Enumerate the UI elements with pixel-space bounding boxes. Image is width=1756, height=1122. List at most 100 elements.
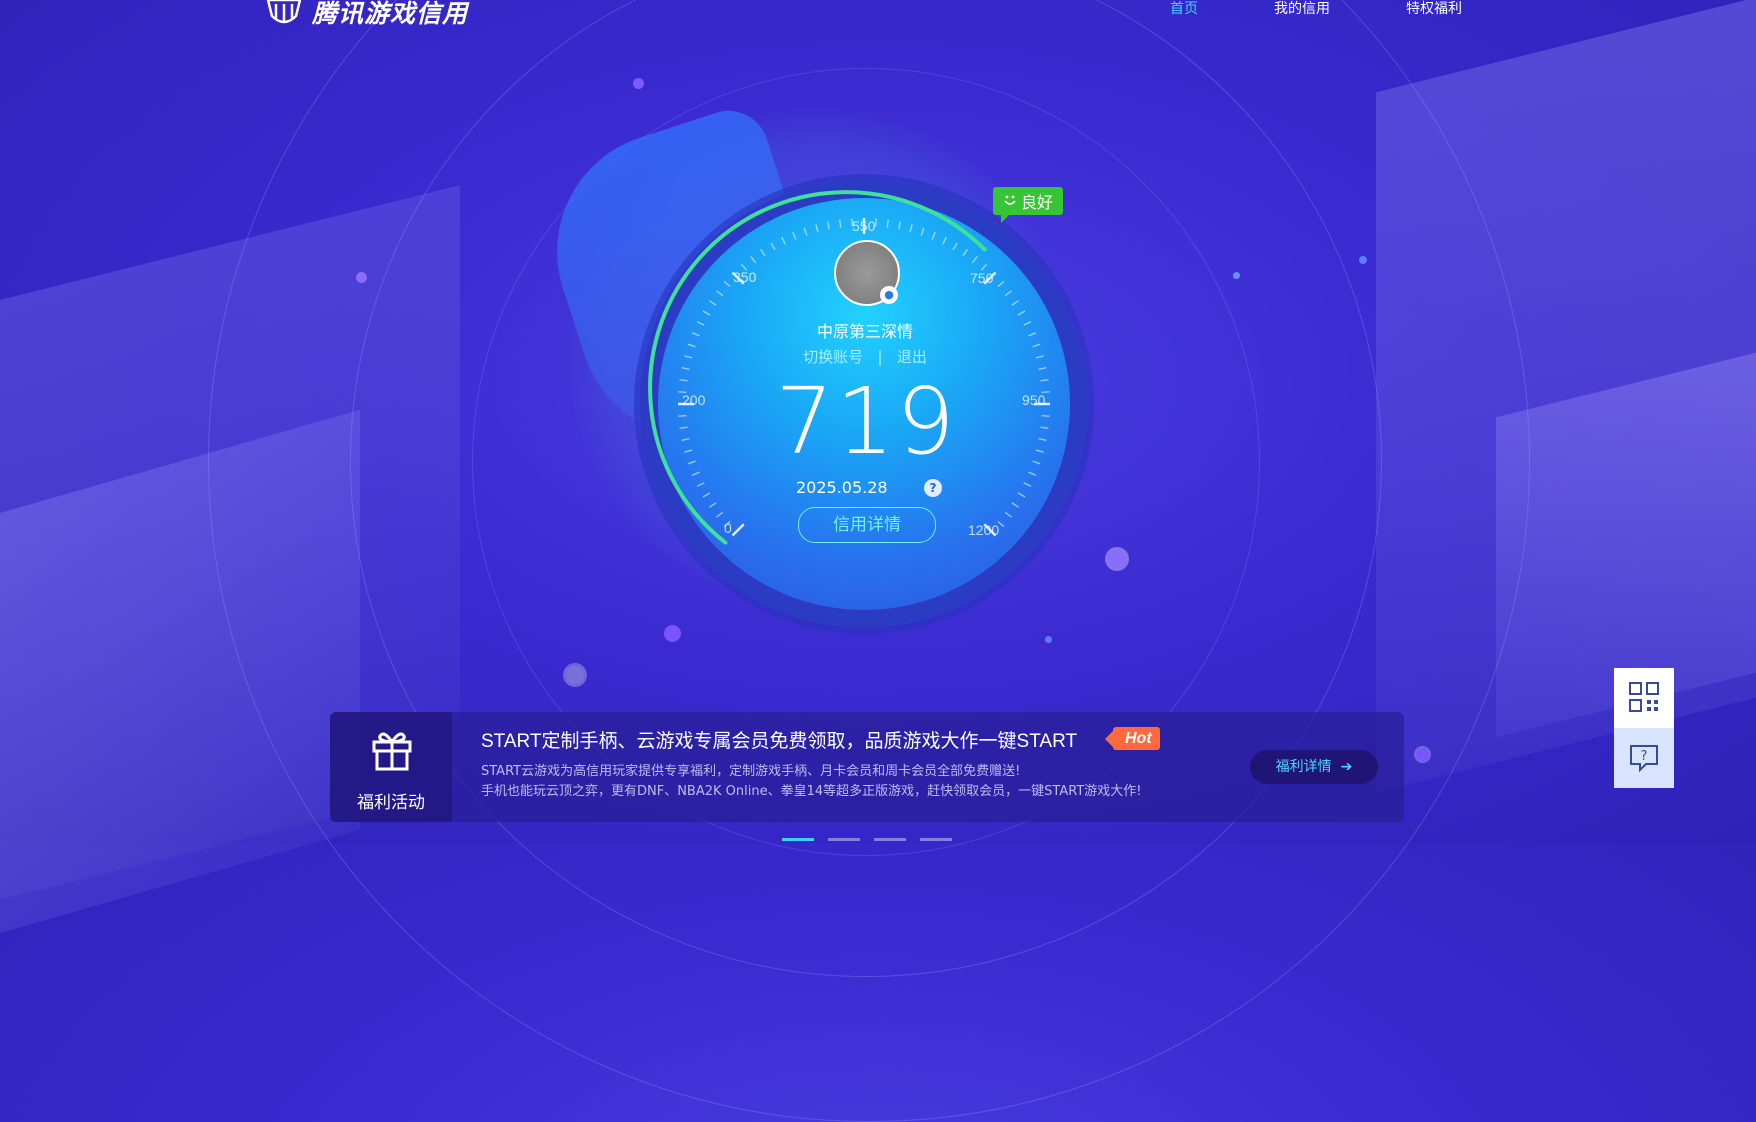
chat-question-icon: ? — [1630, 745, 1658, 773]
gauge-tick — [920, 227, 925, 236]
gauge-tick — [760, 248, 766, 257]
gauge-tick — [1038, 438, 1047, 441]
gauge-tick — [1004, 290, 1012, 297]
credit-score: 719 — [775, 368, 957, 475]
benefit-card-label-panel: 福利活动 — [330, 712, 452, 822]
gauge-tick — [971, 256, 978, 264]
carousel-pager — [782, 838, 952, 841]
gauge-tick — [770, 242, 776, 251]
gauge-tick — [678, 414, 687, 417]
tick-label-550: 550 — [852, 218, 876, 234]
gauge-tick — [1028, 471, 1037, 476]
gauge-tick — [716, 511, 724, 518]
gauge-tick — [1040, 426, 1049, 429]
gauge-tick — [1017, 492, 1026, 498]
tick-label-200: 200 — [682, 392, 706, 408]
gauge-tick — [997, 280, 1005, 288]
switch-account-link[interactable]: 切换账号 — [803, 348, 863, 366]
gauge-tick — [1035, 449, 1044, 453]
nav-my-credit[interactable]: 我的信用 — [1274, 0, 1330, 18]
credit-status-badge: 良好 — [993, 187, 1063, 223]
qr-code-icon — [1629, 682, 1659, 712]
feedback-help-button[interactable]: ? — [1614, 728, 1674, 788]
gauge-tick — [792, 231, 797, 240]
gauge-tick — [1040, 379, 1049, 382]
gauge-tick — [931, 231, 936, 240]
pager-dot-1[interactable] — [782, 838, 814, 841]
gauge-tick — [1011, 300, 1020, 306]
credit-detail-button[interactable]: 信用详情 — [798, 507, 936, 543]
qr-code-button[interactable] — [1614, 668, 1674, 726]
gauge-tick — [942, 236, 947, 245]
gauge-tick — [684, 449, 693, 453]
svg-text:?: ? — [1641, 749, 1648, 764]
gauge-tick — [687, 343, 696, 348]
decor-dot — [1045, 636, 1052, 643]
benefit-detail-label: 福利详情 — [1275, 759, 1332, 775]
gauge-tick — [1032, 460, 1041, 465]
gauge-tick — [962, 248, 968, 257]
benefit-title: START定制手柄、云游戏专属会员免费领取，品质游戏大作一键START — [481, 731, 1078, 752]
benefit-activity-label: 福利活动 — [357, 793, 425, 813]
benefit-card: 福利活动 START定制手柄、云游戏专属会员免费领取，品质游戏大作一键START… — [330, 712, 1404, 822]
account-links: 切换账号 | 退出 — [770, 346, 960, 367]
gauge-tick — [839, 219, 842, 228]
top-header: 腾讯游戏信用 首页 我的信用 特权福利 — [0, 0, 1756, 28]
tick-label-0: 0 — [724, 520, 732, 536]
decor-dot — [1416, 748, 1429, 761]
gauge-tick — [1041, 414, 1050, 417]
nav-privilege-benefits[interactable]: 特权福利 — [1406, 0, 1462, 18]
gauge-tick — [1038, 367, 1047, 370]
benefit-detail-button[interactable]: 福利详情 ➔ — [1250, 750, 1378, 784]
gauge-tick — [702, 492, 711, 498]
gauge-tick — [691, 471, 700, 476]
logo-text: 腾讯游戏信用 — [312, 0, 469, 28]
help-question-icon[interactable]: ? — [924, 479, 942, 497]
gauge-tick — [679, 379, 688, 382]
gauge-tick — [681, 367, 690, 370]
gauge-tick — [1032, 343, 1041, 348]
smile-icon — [1003, 192, 1017, 211]
pager-dot-3[interactable] — [874, 838, 906, 841]
tick-label-350: 350 — [733, 269, 757, 285]
gauge-tick — [702, 310, 711, 316]
hot-badge: Hot — [1105, 727, 1160, 750]
gauge-tick — [731, 523, 745, 537]
gauge-tick — [687, 460, 696, 465]
gauge-tick — [803, 227, 808, 236]
logout-link[interactable]: 退出 — [897, 348, 927, 366]
gauge-tick — [909, 224, 913, 233]
decor-dot — [1108, 550, 1126, 568]
pager-dot-2[interactable] — [828, 838, 860, 841]
gauge-tick — [708, 502, 717, 508]
decor-dot — [566, 666, 584, 684]
score-date: 2025.05.28 — [796, 478, 888, 497]
floating-toolbar: ? — [1614, 668, 1674, 788]
gauge-tick — [716, 290, 724, 297]
gauge-tick — [898, 221, 901, 230]
qq-penguin-icon: ● — [880, 286, 898, 304]
gauge-tick — [781, 236, 786, 245]
logo-shield-icon — [266, 0, 302, 24]
gauge-tick — [886, 219, 889, 228]
gauge-tick — [815, 224, 819, 233]
gauge-tick — [1028, 332, 1037, 337]
username: 中原第三深情 — [816, 322, 913, 341]
nav-home[interactable]: 首页 — [1170, 0, 1198, 18]
decor-dot — [1233, 272, 1240, 279]
tick-label-1200: 1200 — [968, 522, 1000, 538]
gauge-tick — [750, 256, 757, 264]
gauge-tick — [1011, 502, 1020, 508]
decor-dot — [633, 78, 644, 89]
credit-status-text: 良好 — [1020, 193, 1053, 212]
site-logo[interactable]: 腾讯游戏信用 — [266, 0, 468, 30]
benefit-description-line-2: 手机也能玩云顶之弈，更有DNF、NBA2K Online、拳皇14等超多正版游戏… — [481, 784, 1142, 799]
gauge-tick — [874, 218, 877, 227]
tick-label-750: 750 — [970, 270, 994, 286]
gauge-tick — [696, 321, 705, 326]
pager-dot-4[interactable] — [920, 838, 952, 841]
gauge-tick — [679, 426, 688, 429]
gauge-tick — [708, 300, 717, 306]
gauge-tick — [1023, 321, 1032, 326]
gauge-tick — [1023, 482, 1032, 487]
